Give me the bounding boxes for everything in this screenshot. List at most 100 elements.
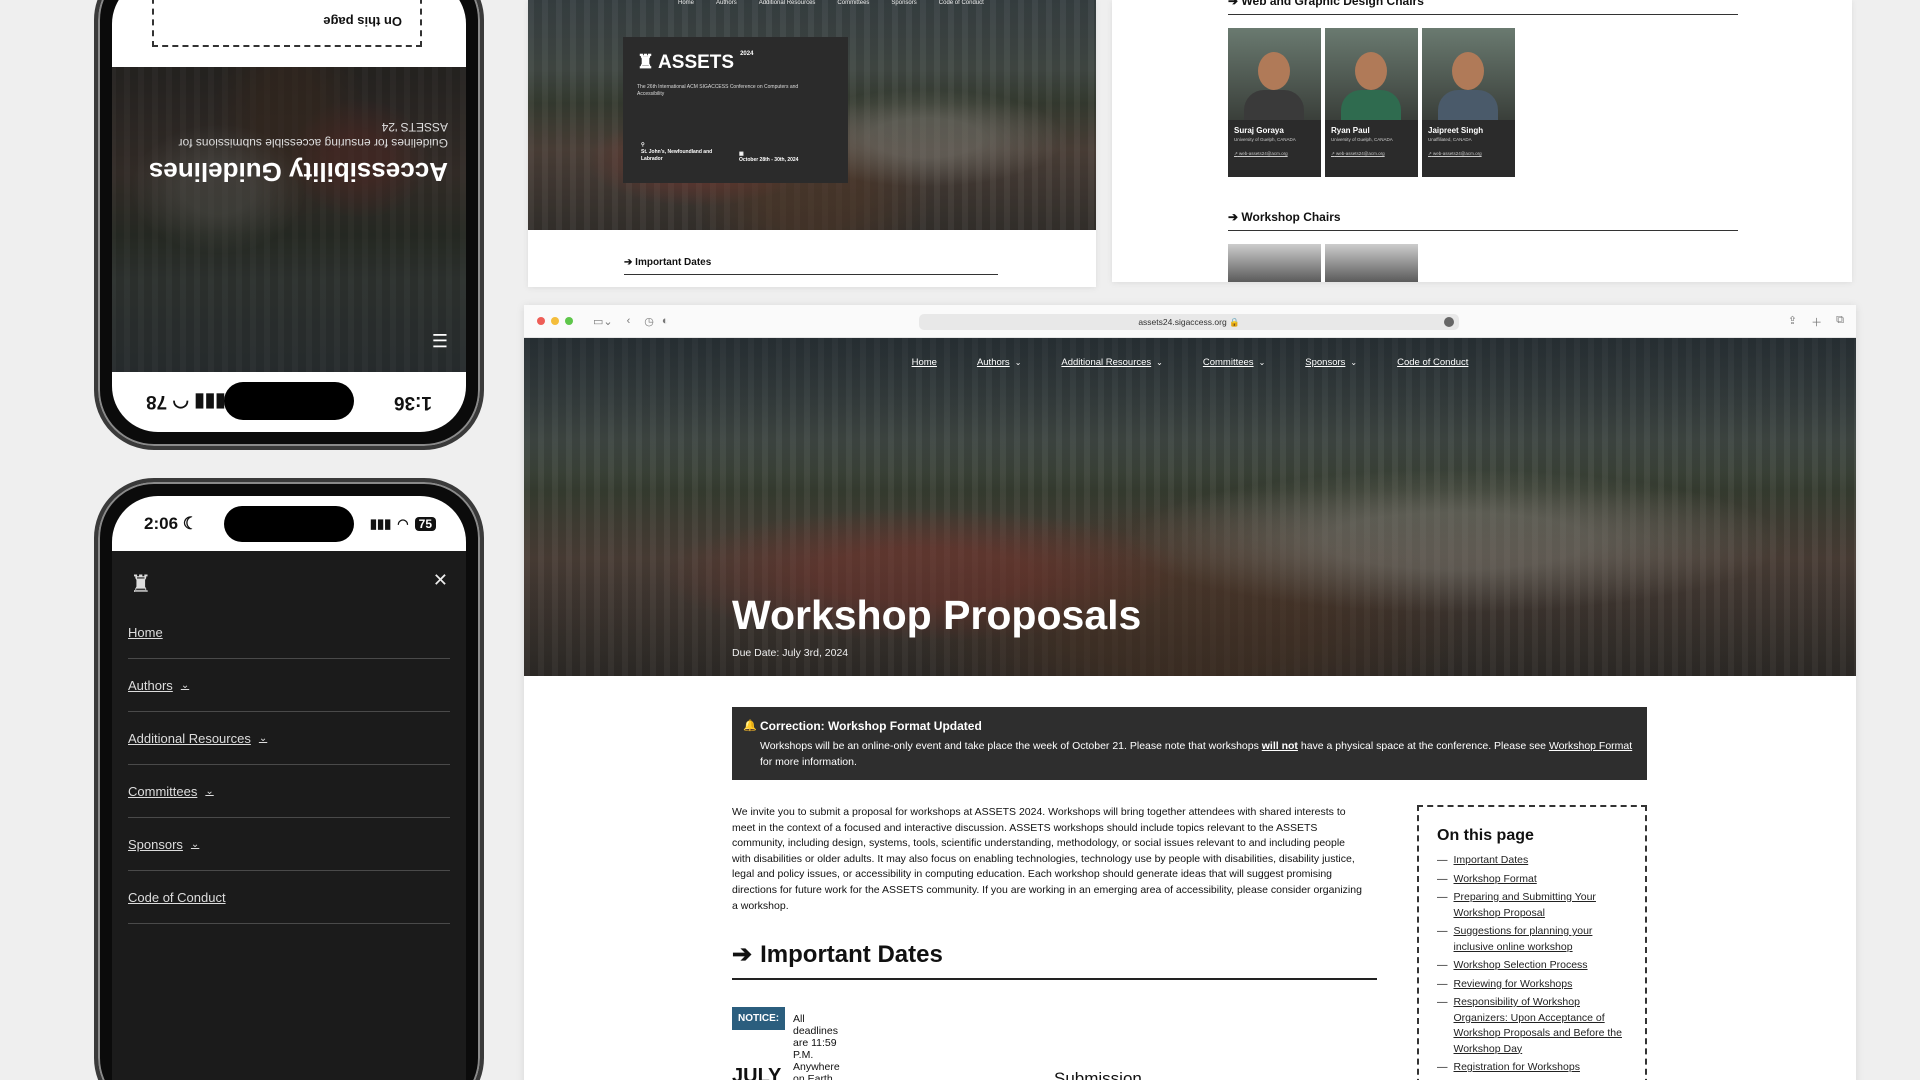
toc-link[interactable]: Responsibility of Workshop Organizers: U… [1454,995,1628,1057]
site-nav-item[interactable]: Authors ⌄ [977,357,1021,368]
site-nav-item[interactable]: Additional Resources ⌄ [1061,357,1162,368]
chevron-down-icon[interactable]: ⌄ [1350,358,1357,367]
back-icon[interactable]: ‹ [627,315,631,327]
toc-link[interactable]: Suggestions for planning your inclusive … [1454,924,1628,955]
external-link-icon: ↗ [1428,151,1432,156]
toc-link[interactable]: Workshop Selection Process [1454,958,1588,974]
toc-link[interactable]: Workshop Format [1454,872,1537,888]
toc-item[interactable]: — Registration for Workshops [1437,1060,1627,1076]
phone1-hero: ☰ Accessibility Guidelines Guidelines fo… [112,67,466,372]
mini-nav-item[interactable]: Additional Resources [759,0,816,6]
card1-nav: Home Authors Additional Resources Committee… [678,0,984,6]
chevron-down-icon[interactable]: ⌄ [1259,358,1266,367]
logo-year: 2024 [740,51,754,57]
chevron-down-icon[interactable]: ⌄ [1156,358,1163,367]
lighthouse-icon: ♜ [637,52,655,73]
share-icon[interactable]: ⇪ [1788,314,1797,330]
mobile-nav-item[interactable]: Committees ⌄ [128,765,450,818]
tab-overview-icon[interactable]: ⧉ [1836,314,1844,330]
minimize-window-button[interactable] [551,317,559,325]
chevron-down-icon[interactable]: ⌄ [205,786,213,797]
mini-nav-item[interactable]: Committees [837,0,869,6]
notice-text: Workshops will be an online-only event a… [760,740,1262,752]
toc-item[interactable]: — Workshop Selection Process [1437,958,1627,974]
mini-nav-item[interactable]: Sponsors [891,0,916,6]
person-affiliation: Unaffiliated, CANADA [1428,137,1472,142]
mobile-nav-item[interactable]: Authors ⌄ [128,659,450,712]
close-icon[interactable]: ✕ [433,570,448,591]
toc-item[interactable]: — Responsibility of Workshop Organizers: … [1437,995,1627,1057]
new-tab-icon[interactable]: ＋ [1811,314,1822,330]
mini-nav-item[interactable]: Authors [716,0,737,6]
nav-label[interactable]: Sponsors [1305,357,1345,368]
person-name: Jaipreet Singh [1428,126,1484,135]
chevron-down-icon[interactable]: ⌄ [191,839,199,850]
phone2-status-icons: ▮▮▮ ◠ 75 [370,516,436,532]
arrow-right-icon: ➔ [624,257,633,268]
toc-link[interactable]: Reviewing for Workshops [1454,977,1573,993]
intro-paragraph: We invite you to submit a proposal for w… [732,806,1362,912]
phone2-status-bar: 2:06 ☾ ▮▮▮ ◠ 75 [112,496,466,551]
mobile-nav-item[interactable]: Sponsors ⌄ [128,818,450,871]
mobile-nav-item[interactable]: Additional Resources ⌄ [128,712,450,765]
chevron-down-icon[interactable]: ⌄ [259,733,267,744]
reader-icon[interactable] [1444,317,1454,327]
close-window-button[interactable] [537,317,545,325]
important-dates-heading: ➔ Important Dates [732,940,1377,980]
arrow-right-icon: ➔ [732,941,753,968]
mobile-nav-item[interactable]: Code of Conduct [128,871,450,924]
privacy-shield-icon[interactable]: ◐ [662,315,669,327]
site-nav-item[interactable]: Code of Conduct [1397,357,1468,368]
lighthouse-logo-icon[interactable]: ♜ [130,570,152,599]
hero-shade [112,67,466,372]
workshop-format-link[interactable]: Workshop Format [1549,740,1632,752]
nav-label: Committees [128,783,198,799]
site-nav-item[interactable]: Committees ⌄ [1203,357,1265,368]
nav-label[interactable]: Code of Conduct [1397,357,1468,368]
toc-list: — Important Dates — Workshop Format — Prepari… [1437,853,1627,1076]
address-bar[interactable]: assets24.sigaccess.org 🔒 [919,314,1459,330]
nav-label: Additional Resources [128,730,251,746]
chevron-down-icon[interactable]: ⌄ [1015,358,1022,367]
toc-item[interactable]: — Reviewing for Workshops [1437,977,1627,993]
mini-nav-item[interactable]: Home [678,0,694,6]
toc-link[interactable]: Important Dates [1454,853,1529,869]
phone1-page-subtitle: Guidelines for ensuring accessible submi… [178,120,448,150]
sidebar-toggle-icon[interactable]: ▭⌄ [593,315,613,328]
toc-item[interactable]: — Preparing and Submitting Your Workshop … [1437,890,1627,921]
toc-item[interactable]: — Suggestions for planning your inclusive… [1437,924,1627,955]
bell-icon: 🔔 [743,720,757,732]
heading-text: Workshop Chairs [1241,210,1341,224]
moon-icon: ☾ [182,513,199,533]
toc-link[interactable]: Preparing and Submitting Your Workshop P… [1454,890,1628,921]
site-nav-item[interactable]: Sponsors ⌄ [1305,357,1357,368]
body [1438,90,1498,120]
nav-label[interactable]: Additional Resources [1061,357,1151,368]
notice-text: for more information. [760,756,857,768]
nav-label[interactable]: Authors [977,357,1010,368]
mini-nav-item[interactable]: Code of Conduct [939,0,984,6]
month-heading: JULY 2024 [732,1065,781,1080]
hamburger-menu-icon[interactable]: ☰ [432,329,448,350]
chevron-down-icon[interactable]: ⌄ [181,680,189,691]
nav-label[interactable]: Home [912,357,937,368]
person-email[interactable]: ↗ web-assets24@acm.org [1325,143,1418,157]
dynamic-island [224,382,354,420]
toc-link[interactable]: Registration for Workshops [1454,1060,1580,1076]
toc-item[interactable]: — Workshop Format [1437,872,1627,888]
nav-label[interactable]: Committees [1203,357,1254,368]
person-email[interactable]: ↗ web-assets24@acm.org [1228,143,1321,157]
mobile-nav-menu: Home Authors ⌄ Additional Resources ⌄ Committ… [128,606,450,924]
phone-mockup-upside-down: 1:36 ▮▮▮ ◠ 78 ☰ Accessibility Guidelines… [94,0,484,450]
maximize-window-button[interactable] [565,317,573,325]
toc-item[interactable]: — Important Dates [1437,853,1627,869]
person-card: Jaipreet Singh Unaffiliated, CANADA ↗ we… [1422,28,1515,177]
notice-badge: NOTICE: [732,1007,786,1030]
history-icon[interactable]: ◷ [644,315,654,328]
workshop-chairs-heading: ➔ Workshop Chairs [1228,210,1738,231]
site-nav-item[interactable]: Home [912,357,937,368]
email-text: web-assets24@acm.org [1433,151,1482,156]
person-name: Suraj Goraya [1234,126,1284,135]
person-email[interactable]: ↗ web-assets24@acm.org [1422,143,1515,157]
mobile-nav-item[interactable]: Home [128,606,450,659]
